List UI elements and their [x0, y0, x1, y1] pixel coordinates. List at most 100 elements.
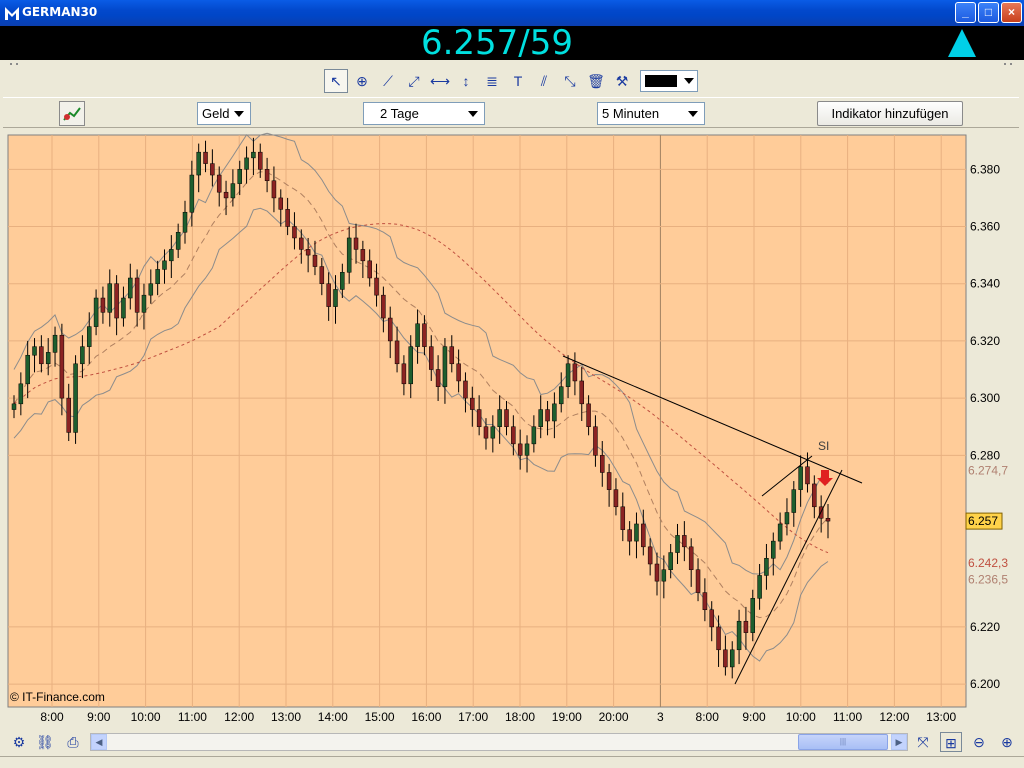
candle-body: [203, 151, 208, 164]
candle-body: [114, 283, 119, 319]
candle-body: [552, 403, 557, 422]
candle-body: [545, 409, 550, 422]
candle-body: [73, 363, 78, 433]
price-chart[interactable]: SI 6.380 6.360 6.340 6.320 6.300 6.280 6.220 6.…: [0, 130, 1024, 730]
plot-area: [7, 134, 967, 708]
chevron-down-icon: [234, 111, 244, 117]
candle-body: [504, 409, 509, 427]
candle-body: [401, 363, 407, 385]
candle-body: [743, 620, 749, 633]
candle-body: [210, 163, 215, 176]
candle-body: [647, 546, 653, 565]
chart-settings-icon[interactable]: ⚙: [8, 732, 30, 752]
y-tick-label: 6.280: [970, 448, 1000, 462]
candle-body: [155, 269, 160, 284]
zoom-in-icon[interactable]: ⊕: [996, 732, 1018, 752]
price-label: 6.257: [968, 514, 998, 528]
x-tick-label: 13:00: [271, 710, 301, 724]
candle-body: [682, 535, 687, 548]
x-tick-label: 19:00: [552, 710, 582, 724]
candle-body: [353, 237, 359, 250]
candle-body: [360, 249, 366, 262]
text-tool[interactable]: T: [506, 69, 530, 93]
line-color-select[interactable]: [640, 70, 698, 92]
x-tick-label: 9:00: [87, 710, 111, 724]
candle-body: [688, 546, 694, 570]
fit-chart-icon[interactable]: ⤧: [912, 732, 934, 752]
candle-body: [470, 397, 475, 410]
chart-type-button[interactable]: [59, 101, 85, 126]
y-tick-label: 6.340: [970, 277, 1000, 291]
line-tool[interactable]: ⟋: [376, 69, 400, 93]
close-button[interactable]: ×: [1001, 2, 1022, 23]
zoom-tool[interactable]: ⊕: [350, 69, 374, 93]
status-bar: [0, 756, 1024, 768]
zoom-area-icon[interactable]: ⊞: [940, 732, 962, 752]
candle-body: [100, 297, 106, 313]
candle-body: [463, 380, 468, 399]
signal-annotation: SI: [818, 439, 829, 453]
pointer-tool[interactable]: ↖: [324, 69, 348, 93]
delete-tool[interactable]: 🗑: [584, 69, 608, 93]
x-tick-label: 12:00: [879, 710, 909, 724]
scroll-left-button[interactable]: ◀: [91, 734, 107, 750]
candle-body: [305, 249, 311, 256]
price-type-select[interactable]: Geld: [197, 102, 251, 125]
candle-body: [134, 277, 140, 313]
candle-body: [449, 346, 455, 365]
range-select[interactable]: 2 Tage: [363, 102, 485, 125]
parallel-channel-tool[interactable]: ⫽: [532, 69, 556, 93]
fibonacci-tool[interactable]: ≣: [480, 69, 504, 93]
candle-body: [230, 183, 236, 199]
candle-body: [777, 523, 783, 542]
app-icon: [5, 7, 19, 20]
candle-body: [128, 277, 133, 299]
candle-body: [86, 326, 92, 347]
candle-body: [805, 466, 810, 485]
candle-body: [729, 649, 735, 668]
horizontal-line-tool[interactable]: ⟷: [428, 69, 452, 93]
interval-select[interactable]: 5 Minuten: [597, 102, 705, 125]
network-icon[interactable]: ⛓: [34, 732, 56, 752]
scroll-thumb[interactable]: |||: [798, 734, 888, 750]
settings-tool[interactable]: ⚒: [610, 69, 634, 93]
regression-tool[interactable]: ⤡: [558, 69, 582, 93]
x-tick-label: 16:00: [411, 710, 441, 724]
price-label: 6.274,7: [968, 463, 1008, 477]
candle-body: [346, 237, 352, 273]
x-tick-label: 9:00: [742, 710, 766, 724]
candle-body: [716, 626, 721, 651]
ray-tool[interactable]: ⤢: [402, 69, 426, 93]
candle-body: [442, 346, 448, 387]
up-arrow-icon: [948, 29, 976, 57]
candle-body: [93, 297, 99, 327]
time-scrollbar[interactable]: ◀ ||| ▶: [90, 733, 908, 751]
candle-body: [634, 523, 639, 542]
copyright-label: © IT-Finance.com: [10, 690, 105, 704]
x-tick-label: 18:00: [505, 710, 535, 724]
add-indicator-button[interactable]: Indikator hinzufügen: [817, 101, 963, 126]
vertical-line-tool[interactable]: ↕: [454, 69, 478, 93]
candle-body: [237, 169, 242, 184]
options-bar: Geld 2 Tage 5 Minuten Indikator hinzufüg…: [3, 97, 1019, 128]
scroll-right-button[interactable]: ▶: [891, 734, 907, 750]
candle-body: [483, 426, 489, 439]
current-quote: 6.257/59: [420, 23, 574, 63]
zoom-out-icon[interactable]: ⊖: [968, 732, 990, 752]
x-tick-label: 10:00: [131, 710, 161, 724]
print-icon[interactable]: ⎙: [62, 732, 84, 752]
candle-body: [511, 426, 516, 445]
candle-body: [39, 346, 44, 365]
candle-body: [524, 443, 530, 456]
candle-body: [723, 649, 728, 668]
candle-body: [675, 535, 680, 553]
candle-body: [565, 363, 571, 387]
candle-body: [271, 180, 277, 199]
candle-body: [148, 283, 154, 296]
maximize-button[interactable]: □: [978, 2, 999, 23]
minimize-button[interactable]: _: [955, 2, 976, 23]
candle-body: [18, 383, 24, 405]
candle-body: [66, 397, 71, 433]
x-tick-label: 12:00: [224, 710, 254, 724]
quote-bar: 6.257/59: [0, 26, 1024, 60]
